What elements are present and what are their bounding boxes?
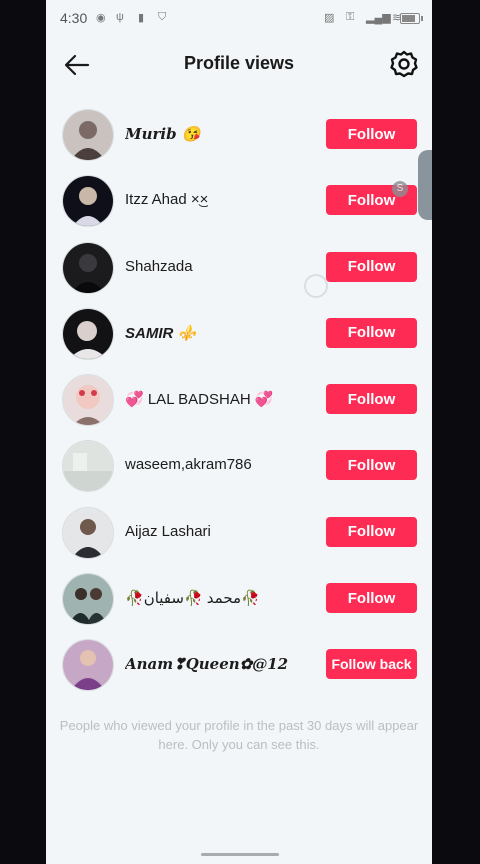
user-name[interactable]: 💞 LAL BADSHAH 💞 xyxy=(125,390,274,408)
follow-button[interactable]: Follow xyxy=(326,384,417,415)
record-icon: ◉ xyxy=(96,12,106,24)
follow-button[interactable]: Follow xyxy=(326,251,417,282)
follow-button[interactable]: Follow xyxy=(326,583,417,614)
list-item[interactable]: SAMIR ⚜️ Follow xyxy=(46,301,432,367)
battery-icon xyxy=(400,13,423,24)
list-item[interactable]: Anam❣Queen✿@12 Follow back xyxy=(46,632,432,698)
usb-icon: ψ xyxy=(116,11,124,23)
sim-icon: ▮ xyxy=(138,12,145,24)
touch-indicator xyxy=(304,274,328,298)
follow-button[interactable]: Follow xyxy=(326,516,417,547)
floating-edge-handle[interactable] xyxy=(418,150,432,220)
user-name[interactable]: Anam❣Queen✿@12 xyxy=(125,655,288,673)
profile-views-list: Murib 😘 Follow Itzz Ahad ×͜× Follow Shah… xyxy=(46,102,432,699)
avatar[interactable] xyxy=(62,109,114,161)
user-name[interactable]: Shahzada xyxy=(125,258,193,275)
floating-badge[interactable]: S xyxy=(392,181,408,197)
follow-button[interactable]: Follow xyxy=(326,119,417,149)
signal-icon: ▂▄▆ xyxy=(366,12,391,24)
avatar[interactable] xyxy=(62,639,114,692)
avatar[interactable] xyxy=(62,241,114,294)
avatar[interactable] xyxy=(62,506,114,559)
user-name[interactable]: SAMIR ⚜️ xyxy=(125,324,196,342)
follow-button[interactable]: Follow xyxy=(326,450,417,481)
list-item[interactable]: Shahzada Follow xyxy=(46,235,432,301)
gear-icon[interactable] xyxy=(388,48,420,80)
avatar[interactable] xyxy=(62,573,114,626)
page-title: Profile views xyxy=(183,53,295,73)
shield-icon: ⛉ xyxy=(158,11,167,23)
list-item[interactable]: Murib 😘 Follow xyxy=(46,102,432,168)
status-time: 4:30 xyxy=(60,10,88,26)
list-item[interactable]: Itzz Ahad ×͜× Follow xyxy=(46,168,432,234)
follow-button[interactable]: Follow xyxy=(326,317,417,348)
follow-back-button[interactable]: Follow back xyxy=(326,649,417,680)
user-name[interactable]: 🥀محمد 🥀سفیان🥀 xyxy=(125,589,260,607)
list-item[interactable]: waseem,akram786 Follow xyxy=(46,433,432,499)
list-item[interactable]: Aijaz Lashari Follow xyxy=(46,500,432,566)
profile-views-screen: 4:30 ◉ ψ ▮ ⛉ ▨ ⚿ ▂▄▆ ≋ Profile views Mur… xyxy=(46,0,432,864)
user-name[interactable]: Aijaz Lashari xyxy=(125,523,211,540)
home-indicator[interactable] xyxy=(201,853,279,856)
avatar[interactable] xyxy=(62,307,114,360)
header: Profile views xyxy=(46,44,432,84)
avatar[interactable] xyxy=(62,440,114,493)
key-icon: ⚿ xyxy=(346,11,355,23)
avatar[interactable] xyxy=(62,175,114,228)
list-item[interactable]: 💞 LAL BADSHAH 💞 Follow xyxy=(46,367,432,433)
avatar[interactable] xyxy=(62,374,114,427)
user-name[interactable]: Murib 😘 xyxy=(125,125,201,143)
user-name[interactable]: Itzz Ahad ×͜× xyxy=(125,191,208,208)
status-bar: 4:30 ◉ ψ ▮ ⛉ ▨ ⚿ ▂▄▆ ≋ xyxy=(46,0,432,36)
list-item[interactable]: 🥀محمد 🥀سفیان🥀 Follow xyxy=(46,566,432,632)
user-name[interactable]: waseem,akram786 xyxy=(125,456,252,473)
profile-views-note: People who viewed your profile in the pa… xyxy=(59,718,419,752)
image-icon: ▨ xyxy=(324,12,335,24)
